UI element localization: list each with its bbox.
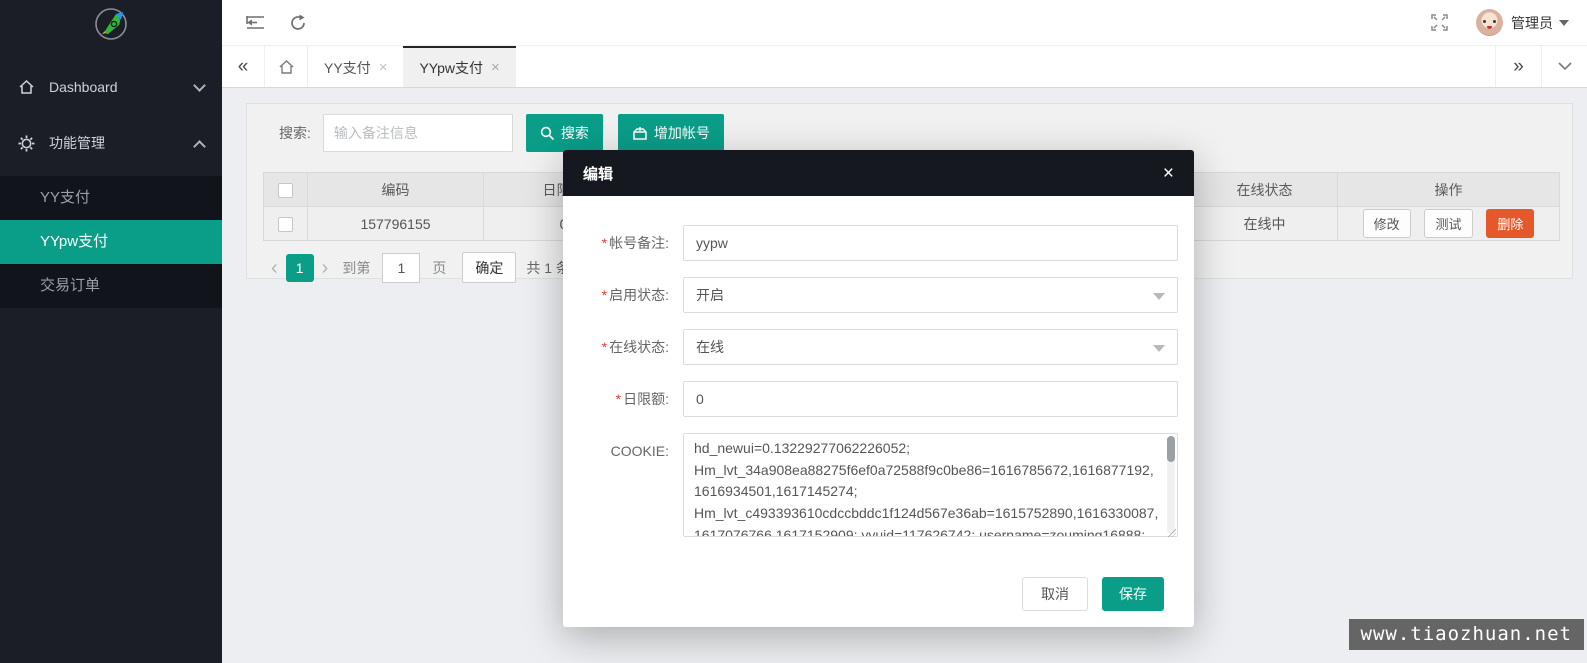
online-status-label: *在线状态: <box>563 329 669 365</box>
edit-button[interactable]: 修改 <box>1363 209 1411 238</box>
edit-dialog-header: 编辑 × <box>563 150 1194 196</box>
select-caret-icon <box>1153 293 1165 300</box>
edit-dialog-footer: 取消 保存 <box>563 556 1194 611</box>
enable-status-label: *启用状态: <box>563 277 669 313</box>
tab-label: YYpw支付 <box>419 58 483 78</box>
gear-icon <box>18 135 35 152</box>
tab-label: YY支付 <box>324 58 371 78</box>
enable-status-select[interactable]: 开启 <box>683 277 1178 313</box>
prev-page-icon[interactable]: ‹ <box>263 258 286 278</box>
column-header-code: 编码 <box>308 173 484 207</box>
next-page-icon[interactable]: › <box>314 258 337 278</box>
search-button[interactable]: 搜索 <box>526 114 603 152</box>
refresh-icon[interactable] <box>289 14 307 32</box>
search-row: 搜索: 搜索 增加帐号 <box>279 114 1572 152</box>
search-icon <box>540 126 555 141</box>
edit-dialog: 编辑 × *帐号备注: *启用状态: 开启 *在线状态: 在线 *日限额: <box>563 150 1194 627</box>
textarea-scrollbar-thumb[interactable] <box>1167 436 1175 462</box>
page-1-button[interactable]: 1 <box>286 254 314 282</box>
goto-confirm-button[interactable]: 确定 <box>462 252 516 283</box>
sidebar-item-trade-orders[interactable]: 交易订单 <box>0 264 222 308</box>
tab-yypw-pay[interactable]: YYpw支付 × <box>403 46 515 87</box>
home-icon <box>278 59 295 75</box>
user-menu-caret-icon <box>1559 20 1569 26</box>
chevron-up-icon <box>193 140 206 153</box>
home-icon <box>18 79 35 95</box>
enable-status-value: 开启 <box>696 285 724 305</box>
online-status-value: 在线 <box>696 337 724 357</box>
app-logo <box>0 0 222 50</box>
sidebar-item-dashboard[interactable]: Dashboard <box>0 68 222 106</box>
cookie-textarea[interactable]: hd_newui=0.13229277062226052; Hm_lvt_34a… <box>683 433 1178 537</box>
tab-bar: « YY支付 × YYpw支付 × » <box>222 45 1587 88</box>
cell-online-status: 在线中 <box>1192 207 1338 241</box>
select-all-checkbox[interactable] <box>278 183 293 198</box>
page-unit-label: 页 <box>432 258 446 278</box>
sidebar-item-label: 功能管理 <box>49 133 105 153</box>
account-note-label: *帐号备注: <box>563 225 669 261</box>
select-caret-icon <box>1153 345 1165 352</box>
edit-form: *帐号备注: *启用状态: 开启 *在线状态: 在线 *日限额: COOKIE: <box>563 196 1194 540</box>
required-mark: * <box>602 339 607 355</box>
rocket-logo-icon <box>90 4 132 46</box>
form-row-daily-limit: *日限额: <box>563 381 1194 417</box>
form-row-enable-status: *启用状态: 开启 <box>563 277 1194 313</box>
required-mark: * <box>602 235 607 251</box>
cookie-label: COOKIE: <box>563 433 669 540</box>
sidebar-submenu: YY支付 YYpw支付 交易订单 <box>0 176 222 308</box>
goto-label: 到第 <box>342 258 370 278</box>
daily-limit-input[interactable] <box>683 381 1178 417</box>
sidebar-item-label: Dashboard <box>49 79 118 95</box>
chevron-down-icon <box>1558 62 1572 71</box>
cell-actions: 修改 测试 删除 <box>1338 207 1560 241</box>
cancel-button[interactable]: 取消 <box>1022 577 1088 611</box>
test-button[interactable]: 测试 <box>1424 209 1472 238</box>
user-avatar[interactable] <box>1476 9 1503 36</box>
form-row-online-status: *在线状态: 在线 <box>563 329 1194 365</box>
account-note-input[interactable] <box>683 225 1178 261</box>
row-checkbox[interactable] <box>278 217 293 232</box>
column-header-online-status: 在线状态 <box>1192 173 1338 207</box>
delete-button[interactable]: 删除 <box>1486 209 1534 238</box>
form-row-cookie: COOKIE: hd_newui=0.13229277062226052; Hm… <box>563 433 1194 540</box>
tab-yy-pay[interactable]: YY支付 × <box>308 46 403 87</box>
tab-close-icon[interactable]: × <box>491 59 500 76</box>
site-watermark: www.tiaozhuan.net <box>1349 619 1584 650</box>
collapse-sidebar-icon[interactable] <box>246 15 265 30</box>
required-mark: * <box>602 287 607 303</box>
tabs-scroll-left-button[interactable]: « <box>222 46 265 87</box>
user-name[interactable]: 管理员 <box>1511 13 1553 33</box>
cell-code: 157796155 <box>308 207 484 241</box>
chevron-down-icon <box>193 79 206 92</box>
topbar: 管理员 <box>222 0 1587 45</box>
online-status-select[interactable]: 在线 <box>683 329 1178 365</box>
required-mark: * <box>616 391 621 407</box>
goto-page-input[interactable] <box>382 253 420 283</box>
search-input[interactable] <box>323 114 513 152</box>
form-row-account-note: *帐号备注: <box>563 225 1194 261</box>
sidebar-item-function-management[interactable]: 功能管理 <box>0 124 222 162</box>
sidebar-item-yy-pay[interactable]: YY支付 <box>0 176 222 220</box>
textarea-resize-handle[interactable] <box>1167 528 1176 537</box>
tab-close-icon[interactable]: × <box>379 59 388 76</box>
sidebar: Dashboard 功能管理 YY支付 YYpw支付 交易订单 <box>0 0 222 663</box>
save-button[interactable]: 保存 <box>1102 577 1164 611</box>
tabs-menu-button[interactable] <box>1541 46 1587 87</box>
search-label: 搜索: <box>279 123 311 143</box>
daily-limit-label: *日限额: <box>563 381 669 417</box>
search-button-label: 搜索 <box>561 123 589 143</box>
tab-home-button[interactable] <box>265 46 308 87</box>
tabs-scroll-right-button[interactable]: » <box>1495 46 1541 87</box>
add-account-icon <box>632 126 648 141</box>
sidebar-item-yypw-pay[interactable]: YYpw支付 <box>0 220 222 264</box>
add-account-button[interactable]: 增加帐号 <box>618 114 724 152</box>
add-account-button-label: 增加帐号 <box>654 123 710 143</box>
dialog-title: 编辑 <box>583 163 613 184</box>
fullscreen-icon[interactable] <box>1431 14 1448 31</box>
column-header-actions: 操作 <box>1338 173 1560 207</box>
close-icon[interactable]: × <box>1163 164 1174 183</box>
